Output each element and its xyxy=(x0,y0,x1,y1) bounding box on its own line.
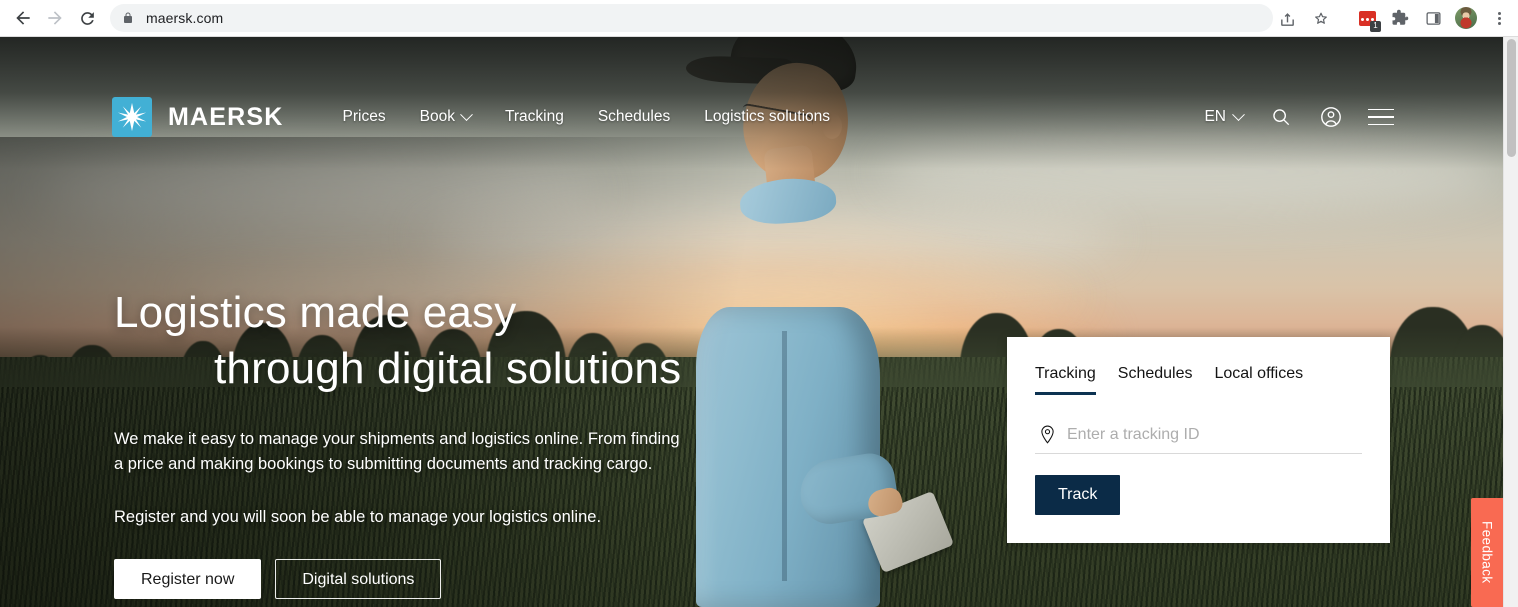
nav-item-label: Schedules xyxy=(597,108,671,125)
browser-right-icons: 1 xyxy=(1352,3,1514,33)
register-now-button[interactable]: Register now xyxy=(114,559,262,599)
forward-button[interactable] xyxy=(40,3,70,33)
three-dot-menu-icon xyxy=(1497,11,1501,25)
extension-badge-count: 1 xyxy=(1370,21,1381,32)
bookmark-button[interactable] xyxy=(1306,4,1336,34)
profile-button[interactable] xyxy=(1451,3,1481,33)
nav-right-controls: EN xyxy=(1194,95,1403,139)
lock-icon xyxy=(122,11,134,25)
tracking-id-input[interactable] xyxy=(1067,425,1362,444)
chevron-down-icon xyxy=(460,107,473,121)
nav-item-book[interactable]: Book xyxy=(403,102,488,132)
feedback-tab[interactable]: Feedback xyxy=(1471,498,1503,607)
digital-solutions-button[interactable]: Digital solutions xyxy=(275,559,442,599)
tracking-card: Tracking Schedules Local offices Track xyxy=(1007,337,1390,543)
extensions-button[interactable] xyxy=(1385,3,1415,33)
side-panel-icon xyxy=(1425,11,1441,25)
feedback-label: Feedback xyxy=(1479,521,1495,584)
reload-button[interactable] xyxy=(72,3,102,33)
reload-icon xyxy=(80,11,94,25)
share-button[interactable] xyxy=(1272,4,1302,34)
tab-tracking[interactable]: Tracking xyxy=(1035,365,1096,395)
hero-title: Logistics made easy through digital solu… xyxy=(114,285,754,397)
hamburger-menu-button[interactable] xyxy=(1359,95,1403,139)
nav-links: Prices Book Tracking Schedules Logistics… xyxy=(326,102,847,132)
extension-red-button[interactable]: 1 xyxy=(1352,3,1382,33)
search-button[interactable] xyxy=(1259,95,1303,139)
tab-schedules[interactable]: Schedules xyxy=(1118,365,1193,395)
nav-item-label: Tracking xyxy=(504,108,564,125)
star-icon xyxy=(1315,12,1327,24)
avatar xyxy=(1455,7,1477,29)
nav-item-prices[interactable]: Prices xyxy=(326,102,403,132)
share-icon xyxy=(1280,12,1294,26)
page-viewport: MAERSK Prices Book Tracking Schedules Lo… xyxy=(0,37,1518,607)
nav-item-label: Book xyxy=(419,108,455,125)
tracking-id-field[interactable] xyxy=(1035,425,1362,454)
account-icon xyxy=(1321,107,1341,127)
nav-item-label: Logistics solutions xyxy=(704,108,831,125)
hero-paragraph-2: Register and you will soon be able to ma… xyxy=(114,508,602,526)
hamburger-menu-icon xyxy=(1368,108,1394,126)
nav-item-schedules[interactable]: Schedules xyxy=(581,102,687,132)
hero-paragraph-1: We make it easy to manage your shipments… xyxy=(114,430,680,473)
puzzle-piece-icon xyxy=(1392,9,1409,25)
hero-buttons: Register now Digital solutions xyxy=(114,559,754,599)
address-bar[interactable]: maersk.com xyxy=(110,4,1273,32)
map-pin-icon xyxy=(1035,425,1059,444)
tab-local-offices[interactable]: Local offices xyxy=(1214,365,1303,395)
hero-title-line-2: through digital solutions xyxy=(214,344,682,393)
browser-toolbar: maersk.com 1 xyxy=(0,0,1518,37)
search-icon xyxy=(1273,109,1290,126)
language-label: EN xyxy=(1204,108,1226,125)
nav-item-label: Prices xyxy=(342,108,386,125)
chrome-menu-button[interactable] xyxy=(1484,3,1514,33)
chevron-down-icon xyxy=(1232,107,1245,121)
nav-item-tracking[interactable]: Tracking xyxy=(488,102,581,132)
browser-nav-buttons xyxy=(0,3,102,33)
maersk-star-icon xyxy=(112,97,152,137)
forward-arrow-icon xyxy=(48,11,62,25)
page-scrollbar[interactable] xyxy=(1503,37,1518,607)
track-submit-button[interactable]: Track xyxy=(1035,475,1121,515)
omnibox-actions xyxy=(1272,4,1336,34)
maersk-logo[interactable]: MAERSK xyxy=(112,97,284,137)
site-navigation: MAERSK Prices Book Tracking Schedules Lo… xyxy=(0,37,1503,157)
scrollbar-thumb[interactable] xyxy=(1507,39,1516,157)
back-button[interactable] xyxy=(8,3,38,33)
back-arrow-icon xyxy=(16,11,30,25)
hero-title-line-1: Logistics made easy xyxy=(114,288,517,337)
account-button[interactable] xyxy=(1309,95,1353,139)
tracking-card-tabs: Tracking Schedules Local offices xyxy=(1035,365,1362,395)
maersk-wordmark: MAERSK xyxy=(168,102,284,131)
side-panel-button[interactable] xyxy=(1418,3,1448,33)
url-text: maersk.com xyxy=(146,10,224,26)
nav-item-logistics-solutions[interactable]: Logistics solutions xyxy=(687,102,847,132)
hero-content: Logistics made easy through digital solu… xyxy=(114,285,754,599)
language-selector[interactable]: EN xyxy=(1194,102,1253,132)
